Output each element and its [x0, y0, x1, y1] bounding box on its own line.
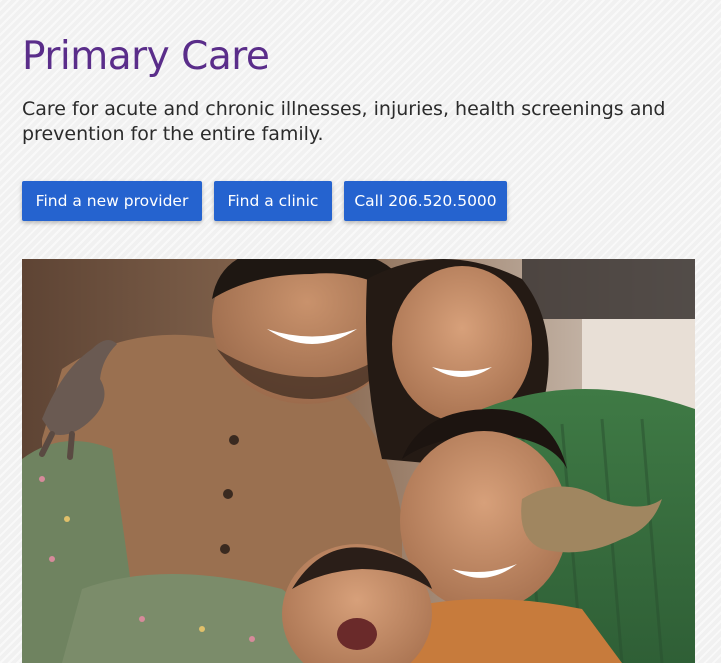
action-buttons: Find a new provider Find a clinic Call 2… [22, 181, 507, 221]
find-new-provider-button[interactable]: Find a new provider [22, 181, 202, 221]
find-clinic-button[interactable]: Find a clinic [214, 181, 332, 221]
family-photo-illustration [22, 259, 695, 663]
page-description: Care for acute and chronic illnesses, in… [22, 98, 666, 145]
family-hero-image [22, 259, 695, 663]
call-phone-button[interactable]: Call 206.520.5000 [344, 181, 507, 221]
page-title: Primary Care [22, 34, 270, 79]
